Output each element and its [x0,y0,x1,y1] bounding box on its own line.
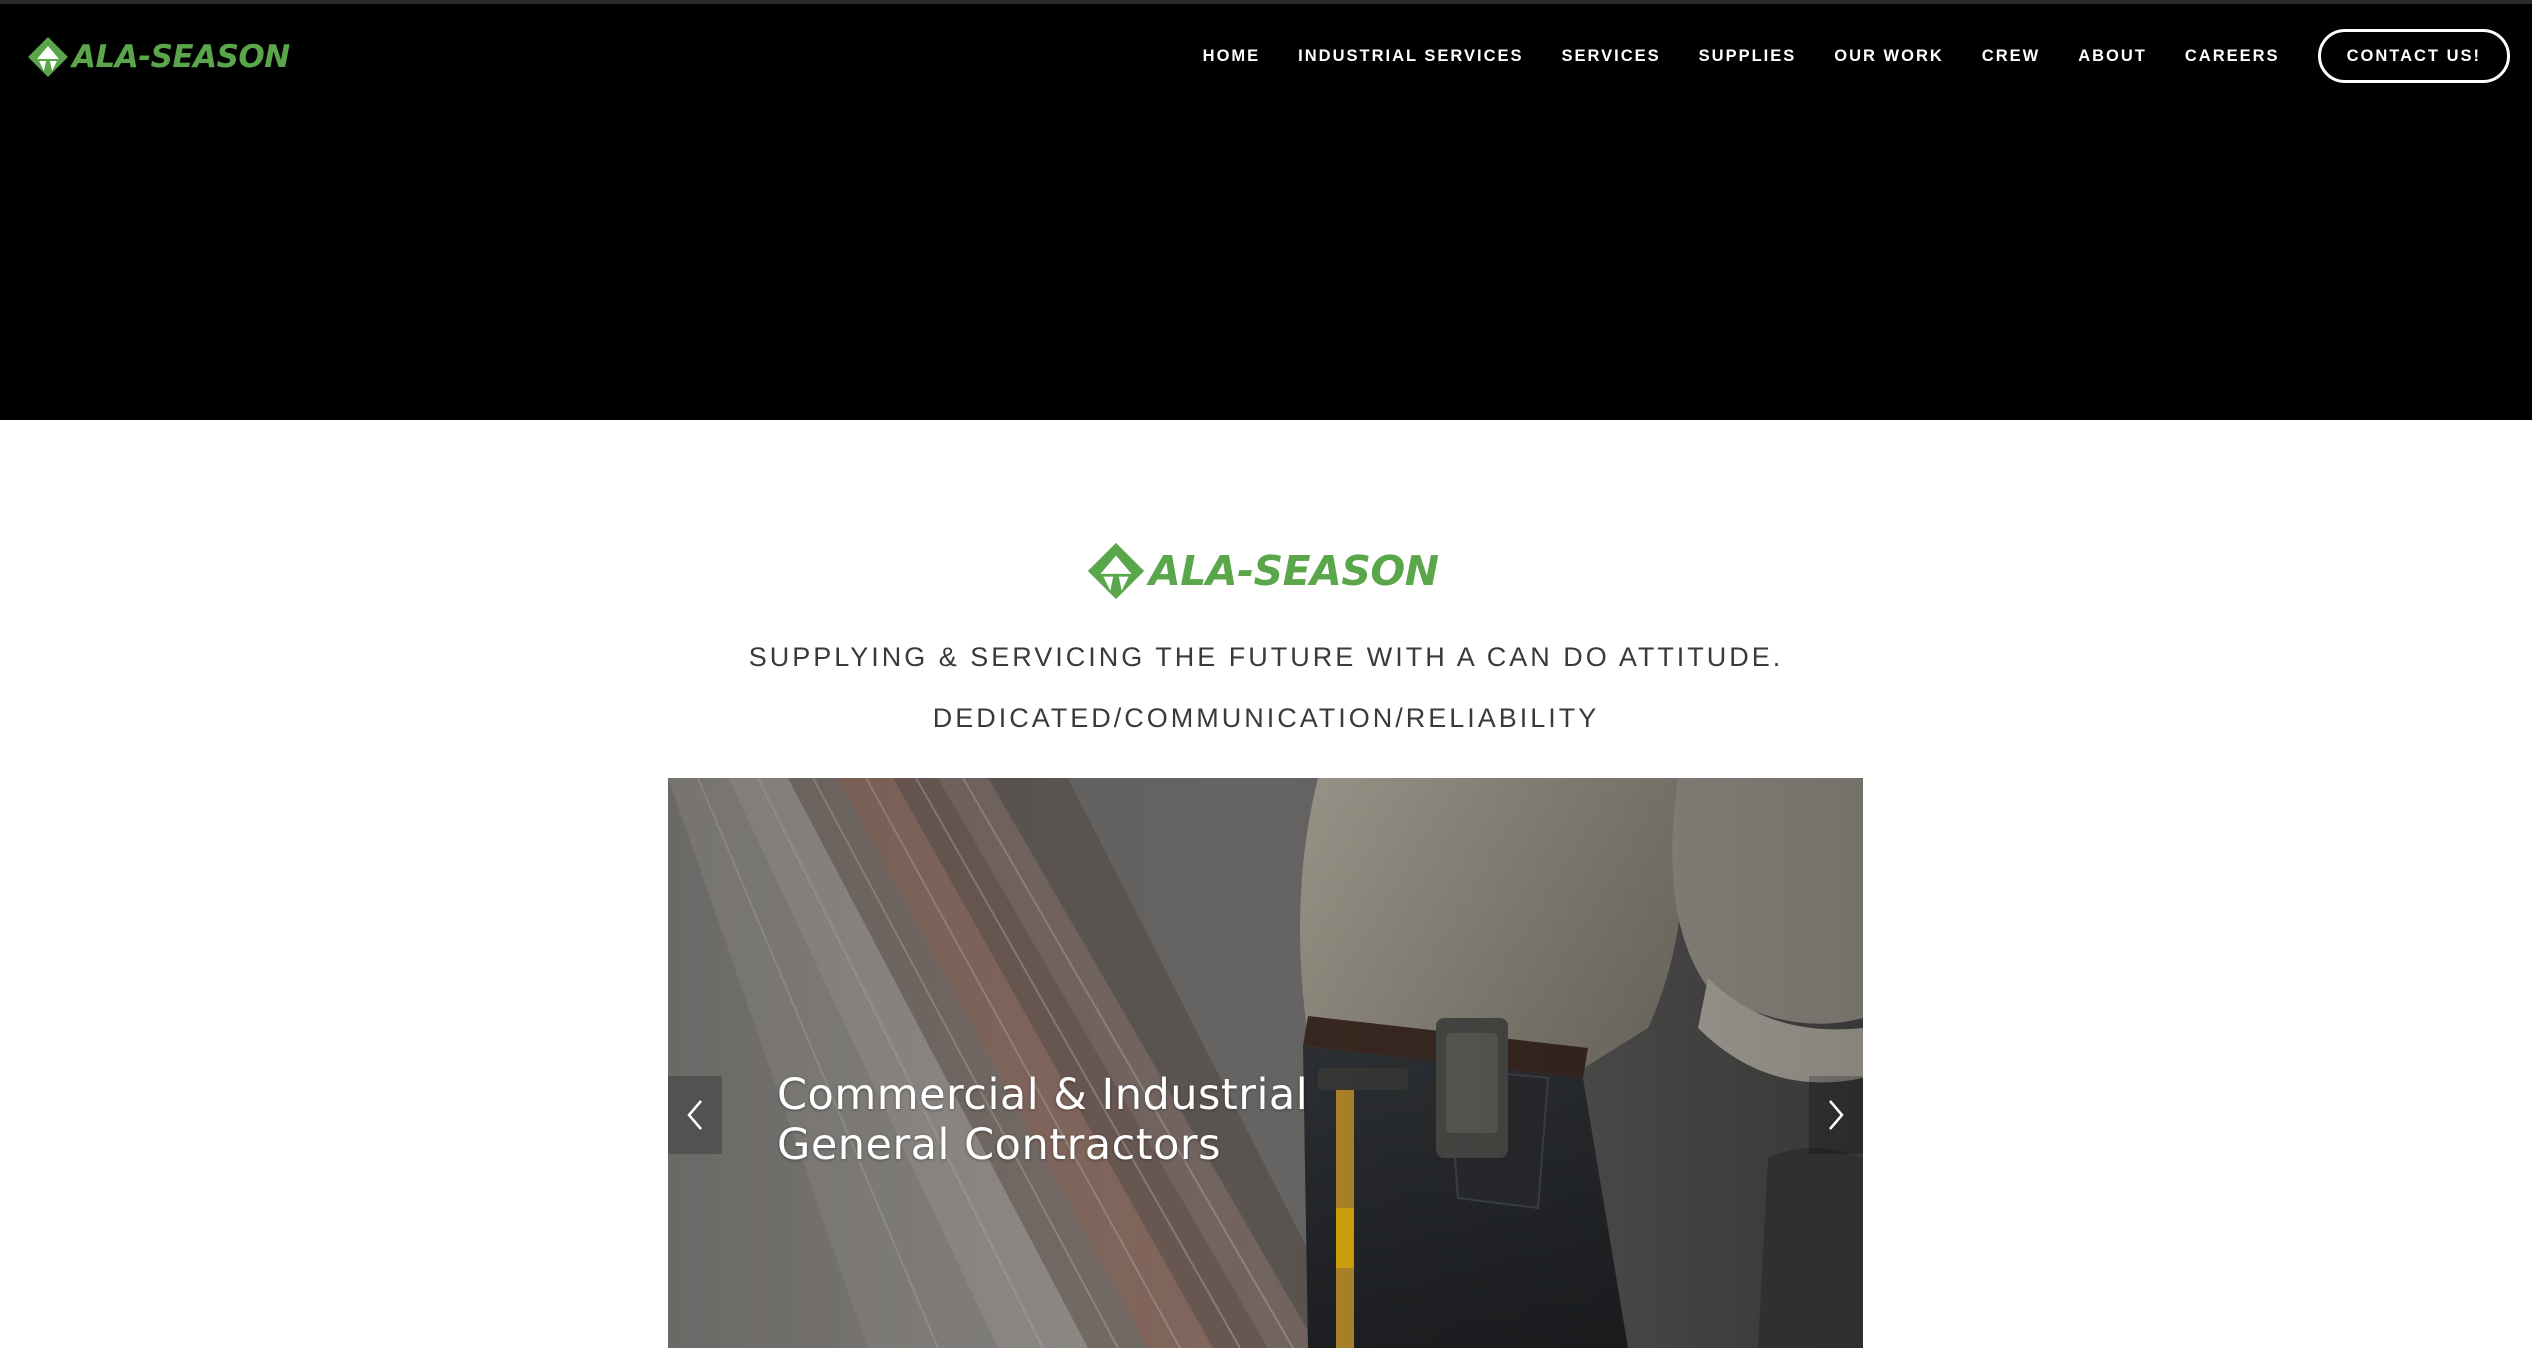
header-logo-link[interactable]: ALA-SEASON [26,34,290,80]
nav-item-industrial-services[interactable]: INDUSTRIAL SERVICES [1298,47,1523,66]
site-header: ALA-SEASON HOME INDUSTRIAL SERVICES SERV… [0,0,2532,420]
nav-item-home[interactable]: HOME [1203,47,1261,66]
nav-item-services[interactable]: SERVICES [1562,47,1661,66]
nav-item-crew[interactable]: CREW [1982,47,2040,66]
tagline-primary: SUPPLYING & SERVICING THE FUTURE WITH A … [748,642,1784,672]
center-logo: ALA-SEASON [1085,540,1439,602]
chevron-left-icon [687,1100,702,1130]
ala-season-logo-icon [1087,542,1145,600]
slide-caption-line-1: Commercial & Industrial [777,1070,1309,1120]
header-logo-text: ALA-SEASON [72,38,290,75]
nav-item-our-work[interactable]: OUR WORK [1834,47,1944,66]
slider-next-button[interactable] [1809,1076,1863,1154]
nav-item-about[interactable]: ABOUT [2078,47,2147,66]
nav-item-supplies[interactable]: SUPPLIES [1699,47,1797,66]
slide-caption: Commercial & Industrial General Contract… [777,1070,1308,1170]
slider-prev-button[interactable] [668,1076,722,1154]
main-navigation: HOME INDUSTRIAL SERVICES SERVICES SUPPLI… [1203,28,2510,84]
slide-photo-worker [668,778,1863,1348]
nav-item-careers[interactable]: CAREERS [2185,47,2280,66]
center-logo-text: ALA-SEASON [1149,546,1439,595]
hero-image-slider[interactable]: Commercial & Industrial General Contract… [668,778,1863,1348]
tagline-secondary: DEDICATED/COMMUNICATION/RELIABILITY [932,703,1600,733]
ala-season-logo-icon [28,37,68,77]
contact-us-button[interactable]: CONTACT US! [2317,29,2510,83]
slide-caption-line-2: General Contractors [777,1120,1221,1170]
chevron-right-icon [1829,1100,1844,1130]
